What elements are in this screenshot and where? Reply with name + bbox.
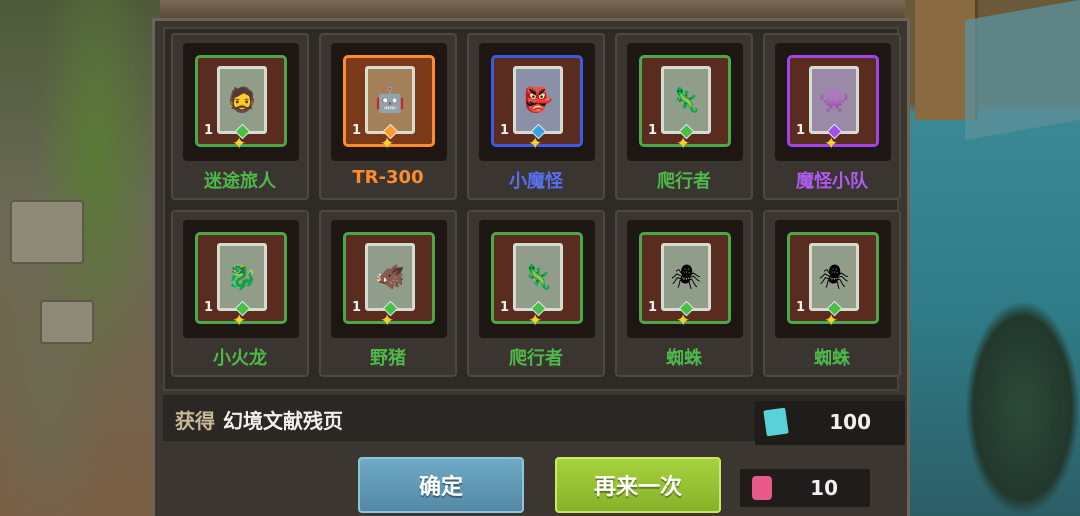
- draw-cost-amount: 10: [810, 476, 838, 500]
- stone-wall: [10, 200, 84, 264]
- card-slot[interactable]: 🕷 1 ✦ 蜘蛛: [763, 210, 901, 377]
- card-count: 1: [204, 123, 214, 138]
- star-icon: ✦: [676, 134, 691, 154]
- monster-squad-icon: 👾: [809, 66, 859, 140]
- card-name: TR-300: [352, 167, 424, 188]
- card-name: 爬行者: [509, 348, 563, 369]
- card-count: 1: [204, 300, 214, 315]
- card-frame: 🦎 1 ✦: [627, 43, 743, 161]
- spider-icon: 🕷: [661, 243, 711, 317]
- confirm-button[interactable]: 确定: [358, 457, 524, 513]
- reward-amount: 100: [829, 410, 871, 434]
- card-name: 蜘蛛: [666, 348, 702, 369]
- card-name: 小火龙: [213, 348, 267, 369]
- card-count: 1: [352, 300, 362, 315]
- boar-icon: 🐗: [365, 243, 415, 317]
- star-icon: ✦: [528, 134, 543, 154]
- reward-amount-box: 100: [755, 401, 905, 445]
- reward-item-name: 幻境文献残页: [223, 409, 343, 433]
- gacha-result-panel: 🧔 1 ✦ 迷途旅人 🤖 1 ✦ TR-300 👺 1 ✦ 小魔怪 🦎 1 ✦ …: [152, 18, 910, 516]
- star-icon: ✦: [824, 311, 839, 331]
- robot-icon: 🤖: [365, 66, 415, 140]
- card-count: 1: [500, 123, 510, 138]
- card-slot[interactable]: 🐉 1 ✦ 小火龙: [171, 210, 309, 377]
- star-icon: ✦: [380, 311, 395, 331]
- fire-dragon-icon: 🐉: [217, 243, 267, 317]
- top-strip: [160, 0, 905, 18]
- star-icon: ✦: [232, 311, 247, 331]
- card-slot[interactable]: 👾 1 ✦ 魔怪小队: [763, 33, 901, 200]
- crawler-icon: 🦎: [661, 66, 711, 140]
- card-name: 魔怪小队: [796, 171, 868, 192]
- background-left: [0, 0, 160, 516]
- card-slot[interactable]: 👺 1 ✦ 小魔怪: [467, 33, 605, 200]
- imp-icon: 👺: [513, 66, 563, 140]
- card-name: 爬行者: [657, 171, 711, 192]
- card-frame: 👾 1 ✦: [775, 43, 891, 161]
- card-slot[interactable]: 🐗 1 ✦ 野猪: [319, 210, 457, 377]
- card-frame: 🕷 1 ✦: [627, 220, 743, 338]
- card-frame: 👺 1 ✦: [479, 43, 595, 161]
- card-slot[interactable]: 🧔 1 ✦ 迷途旅人: [171, 33, 309, 200]
- card-count: 1: [648, 123, 658, 138]
- star-icon: ✦: [528, 311, 543, 331]
- card-count: 1: [648, 300, 658, 315]
- card-count: 1: [796, 123, 806, 138]
- background-right: [905, 0, 1080, 516]
- card-frame: 🕷 1 ✦: [775, 220, 891, 338]
- card-frame: 🤖 1 ✦: [331, 43, 447, 161]
- card-count: 1: [500, 300, 510, 315]
- reward-label: 获得: [175, 409, 215, 433]
- card-name: 迷途旅人: [204, 171, 276, 192]
- reward-bar: 获得 幻境文献残页 100: [163, 395, 905, 445]
- card-frame: 🐗 1 ✦: [331, 220, 447, 338]
- card-frame: 🦎 1 ✦: [479, 220, 595, 338]
- card-slot[interactable]: 🤖 1 ✦ TR-300: [319, 33, 457, 200]
- page-fragment-icon: [763, 407, 789, 437]
- ship-sail: [965, 0, 1080, 141]
- card-grid: 🧔 1 ✦ 迷途旅人 🤖 1 ✦ TR-300 👺 1 ✦ 小魔怪 🦎 1 ✦ …: [163, 27, 901, 391]
- card-name: 野猪: [370, 348, 406, 369]
- traveler-icon: 🧔: [217, 66, 267, 140]
- card-count: 1: [796, 300, 806, 315]
- rock: [40, 300, 94, 344]
- draw-cost-box: 10: [740, 469, 870, 507]
- card-slot[interactable]: 🦎 1 ✦ 爬行者: [615, 33, 753, 200]
- draw-again-button[interactable]: 再来一次: [555, 457, 721, 513]
- card-name: 小魔怪: [509, 171, 563, 192]
- star-icon: ✦: [232, 134, 247, 154]
- star-icon: ✦: [676, 311, 691, 331]
- card-frame: 🐉 1 ✦: [183, 220, 299, 338]
- star-icon: ✦: [824, 134, 839, 154]
- card-slot[interactable]: 🕷 1 ✦ 蜘蛛: [615, 210, 753, 377]
- star-icon: ✦: [380, 134, 395, 154]
- ticket-pouch-icon: [752, 476, 772, 500]
- card-slot[interactable]: 🦎 1 ✦ 爬行者: [467, 210, 605, 377]
- tree: [965, 300, 1080, 516]
- card-name: 蜘蛛: [814, 348, 850, 369]
- crawler-icon: 🦎: [513, 243, 563, 317]
- card-frame: 🧔 1 ✦: [183, 43, 299, 161]
- card-count: 1: [352, 123, 362, 138]
- spider-icon: 🕷: [809, 243, 859, 317]
